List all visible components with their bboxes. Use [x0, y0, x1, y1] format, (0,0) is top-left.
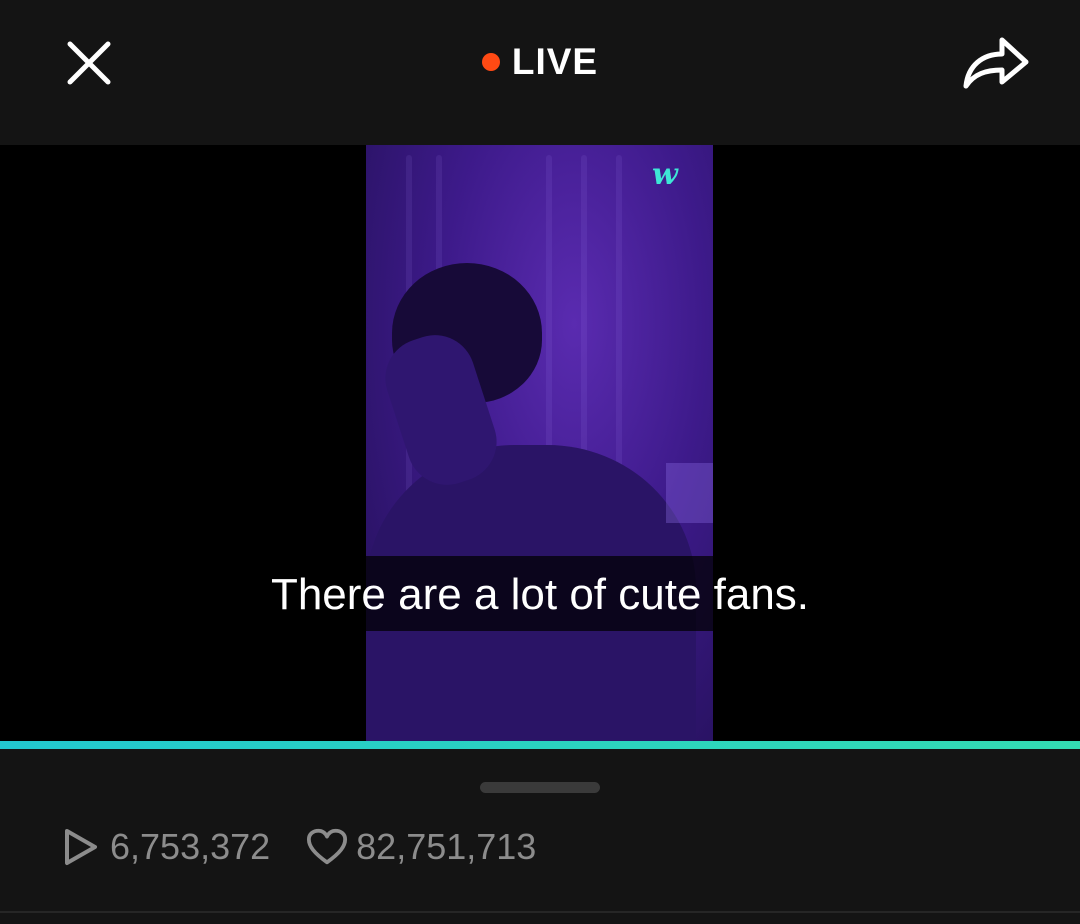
progress-bar[interactable] — [0, 741, 1080, 749]
live-dot — [481, 53, 500, 71]
progress-fill — [0, 741, 1080, 749]
divider — [0, 911, 1080, 913]
info-panel: 6,753,372 82,751,713 — [0, 749, 1080, 924]
share-icon — [963, 37, 1029, 89]
video-player[interactable]: w There are a lot of cute fans. — [0, 145, 1080, 741]
video-frame: w — [366, 145, 713, 741]
subtitle-text: There are a lot of cute fans. — [270, 570, 810, 619]
share-button[interactable] — [958, 28, 1034, 94]
stats-row: 6,753,372 82,751,713 — [60, 825, 572, 869]
heart-icon — [306, 826, 348, 868]
drag-handle[interactable] — [480, 782, 600, 793]
play-icon — [60, 826, 102, 868]
top-bar: LIVE — [0, 0, 1080, 145]
views-count: 6,753,372 — [110, 826, 271, 867]
background-light — [666, 463, 713, 523]
weverse-watermark-logo: w — [652, 157, 678, 192]
likes-stat: 82,751,713 — [306, 826, 536, 868]
likes-count: 82,751,713 — [356, 826, 537, 867]
live-indicator: LIVE — [0, 38, 1080, 86]
live-label: LIVE — [511, 41, 599, 82]
views-stat: 6,753,372 — [60, 826, 270, 868]
